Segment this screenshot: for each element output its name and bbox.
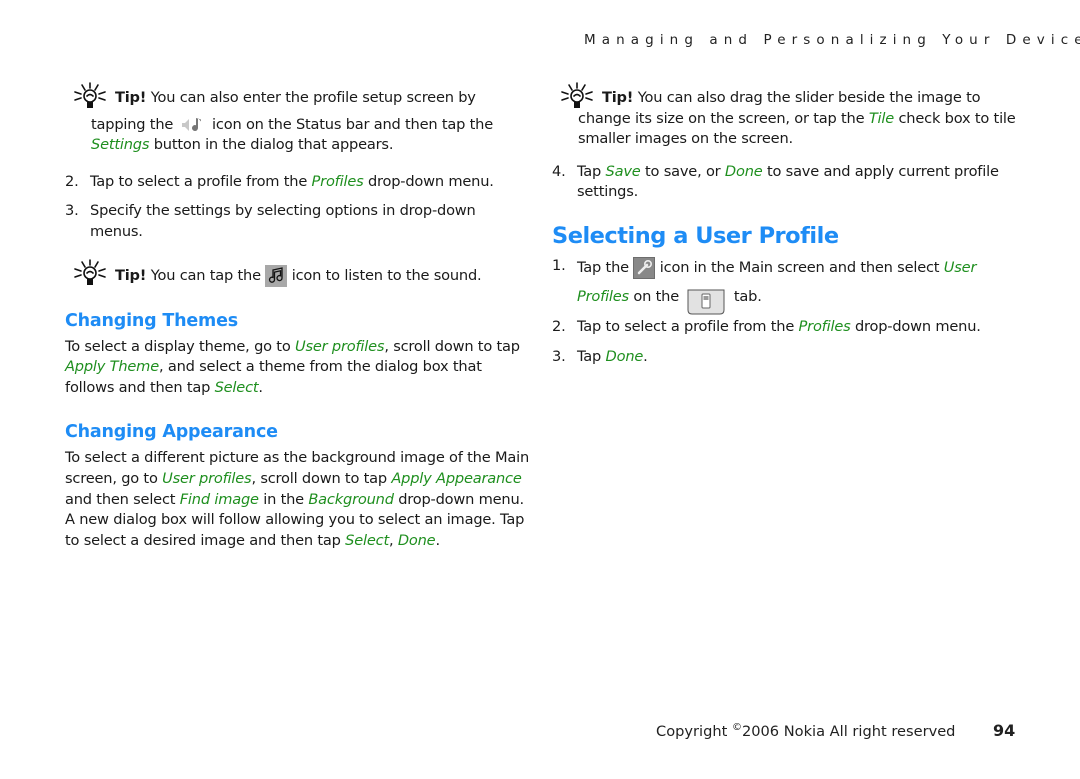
done-term: Done xyxy=(397,531,436,549)
appearance-paragraph: To select a different picture as the bac… xyxy=(65,448,530,551)
tip-text: icon on the Status bar and then tap the xyxy=(212,115,493,133)
phone-tab-icon xyxy=(687,289,725,315)
step-text: Tap to select a profile from the xyxy=(577,317,799,335)
paragraph-text: , xyxy=(388,531,398,549)
step-number: 4. xyxy=(552,162,566,180)
step-number: 2. xyxy=(65,172,79,190)
user-profiles-term: User profiles xyxy=(295,337,385,355)
heading-selecting-user-profile: Selecting a User Profile xyxy=(552,222,839,249)
left-column: Tip! You can also enter the profile setu… xyxy=(65,82,530,565)
user-profiles-term: User profiles xyxy=(162,469,252,487)
list-item: 3. Specify the settings by selecting opt… xyxy=(65,201,530,242)
apply-appearance-term: Apply Appearance xyxy=(391,469,522,487)
find-image-term: Find image xyxy=(179,490,259,508)
step-text: tab. xyxy=(729,287,762,305)
themes-paragraph: To select a display theme, go to User pr… xyxy=(65,337,530,399)
paragraph-text: in the xyxy=(258,490,309,508)
step-text: Tap the xyxy=(577,258,634,276)
heading-changing-themes: Changing Themes xyxy=(65,310,238,331)
step-text: Tap xyxy=(577,162,606,180)
tip-text: You can also enter the profile setup scr… xyxy=(146,89,476,106)
step-text: Tap to select a profile from the xyxy=(90,172,312,190)
tip-slider: Tip! You can also drag the slider beside… xyxy=(552,82,1017,150)
paragraph-text: . xyxy=(435,531,440,549)
tip-label: Tip! xyxy=(115,266,147,284)
speaker-note-icon xyxy=(181,117,201,131)
step-text: drop-down menu. xyxy=(850,317,981,335)
running-head: Managing and Personalizing Your Device xyxy=(584,32,1080,48)
tip-label: Tip! xyxy=(602,89,634,106)
done-term: Done xyxy=(605,347,644,365)
profiles-term: Profiles xyxy=(798,317,851,335)
step-text: Specify the settings by selecting option… xyxy=(90,202,476,240)
music-note-icon xyxy=(265,264,288,287)
steps-list-right-top: 4. Tap Save to save, or Done to save and… xyxy=(552,162,1017,203)
tip-text: tapping the xyxy=(91,115,178,133)
paragraph-text: , scroll down to tap xyxy=(384,337,520,355)
background-term: Background xyxy=(308,490,394,508)
save-term: Save xyxy=(605,162,641,180)
step-text: Tap xyxy=(577,347,606,365)
paragraph-text: , scroll down to tap xyxy=(251,469,392,487)
steps-list-left: 2. Tap to select a profile from the Prof… xyxy=(65,172,530,243)
tile-term: Tile xyxy=(868,109,895,127)
select-term: Select xyxy=(214,378,259,396)
list-item: 4. Tap Save to save, or Done to save and… xyxy=(552,162,1017,203)
copyright-text: Copyright xyxy=(656,722,732,740)
tip-listen-sound: Tip! You can tap the icon to listen to t… xyxy=(65,258,530,287)
list-item: 2. Tap to select a profile from the Prof… xyxy=(65,172,530,193)
apply-theme-term: Apply Theme xyxy=(65,358,159,376)
paragraph-text: To select a display theme, go to xyxy=(65,337,295,355)
step-number: 2. xyxy=(552,317,566,335)
tip-text: button in the dialog that appears. xyxy=(149,136,394,154)
steps-list-user-profile: 1. Tap the icon in the Main screen and t… xyxy=(552,256,1017,368)
step-text: on the xyxy=(628,287,684,305)
manual-page: Managing and Personalizing Your Device T… xyxy=(0,0,1080,779)
lightbulb-icon xyxy=(74,258,106,285)
page-number: 94 xyxy=(993,721,1016,740)
step-text: . xyxy=(643,347,648,365)
tools-icon xyxy=(633,256,656,279)
paragraph-text: . xyxy=(258,378,263,396)
lightbulb-icon xyxy=(561,82,593,108)
copyright-footer: Copyright ©2006 Nokia All right reserved xyxy=(656,722,955,740)
step-number: 1. xyxy=(552,256,566,274)
tip-text: You can tap the xyxy=(146,266,266,284)
tip-profile-setup: Tip! You can also enter the profile setu… xyxy=(65,82,530,156)
tip-text: icon to listen to the sound. xyxy=(287,266,482,284)
paragraph-text: and then select xyxy=(65,490,180,508)
copyright-text: 2006 Nokia All right reserved xyxy=(741,722,956,740)
list-item: 2. Tap to select a profile from the Prof… xyxy=(552,317,1017,338)
step-text: icon in the Main screen and then select xyxy=(655,258,944,276)
list-item: 3. Tap Done. xyxy=(552,347,1017,368)
done-term: Done xyxy=(724,162,763,180)
list-item: 1. Tap the icon in the Main screen and t… xyxy=(552,256,1017,315)
copyright-symbol: © xyxy=(731,722,742,733)
settings-link: Settings xyxy=(91,136,150,154)
heading-changing-appearance: Changing Appearance xyxy=(65,422,278,443)
step-text: drop-down menu. xyxy=(363,172,494,190)
right-column: Tip! You can also drag the slider beside… xyxy=(552,82,1017,379)
tip-label: Tip! xyxy=(115,89,147,106)
lightbulb-icon xyxy=(74,82,106,108)
step-text: to save, or xyxy=(640,162,725,180)
step-number: 3. xyxy=(65,202,79,220)
profiles-term: Profiles xyxy=(311,172,364,190)
select-term: Select xyxy=(345,531,389,549)
step-number: 3. xyxy=(552,347,566,365)
